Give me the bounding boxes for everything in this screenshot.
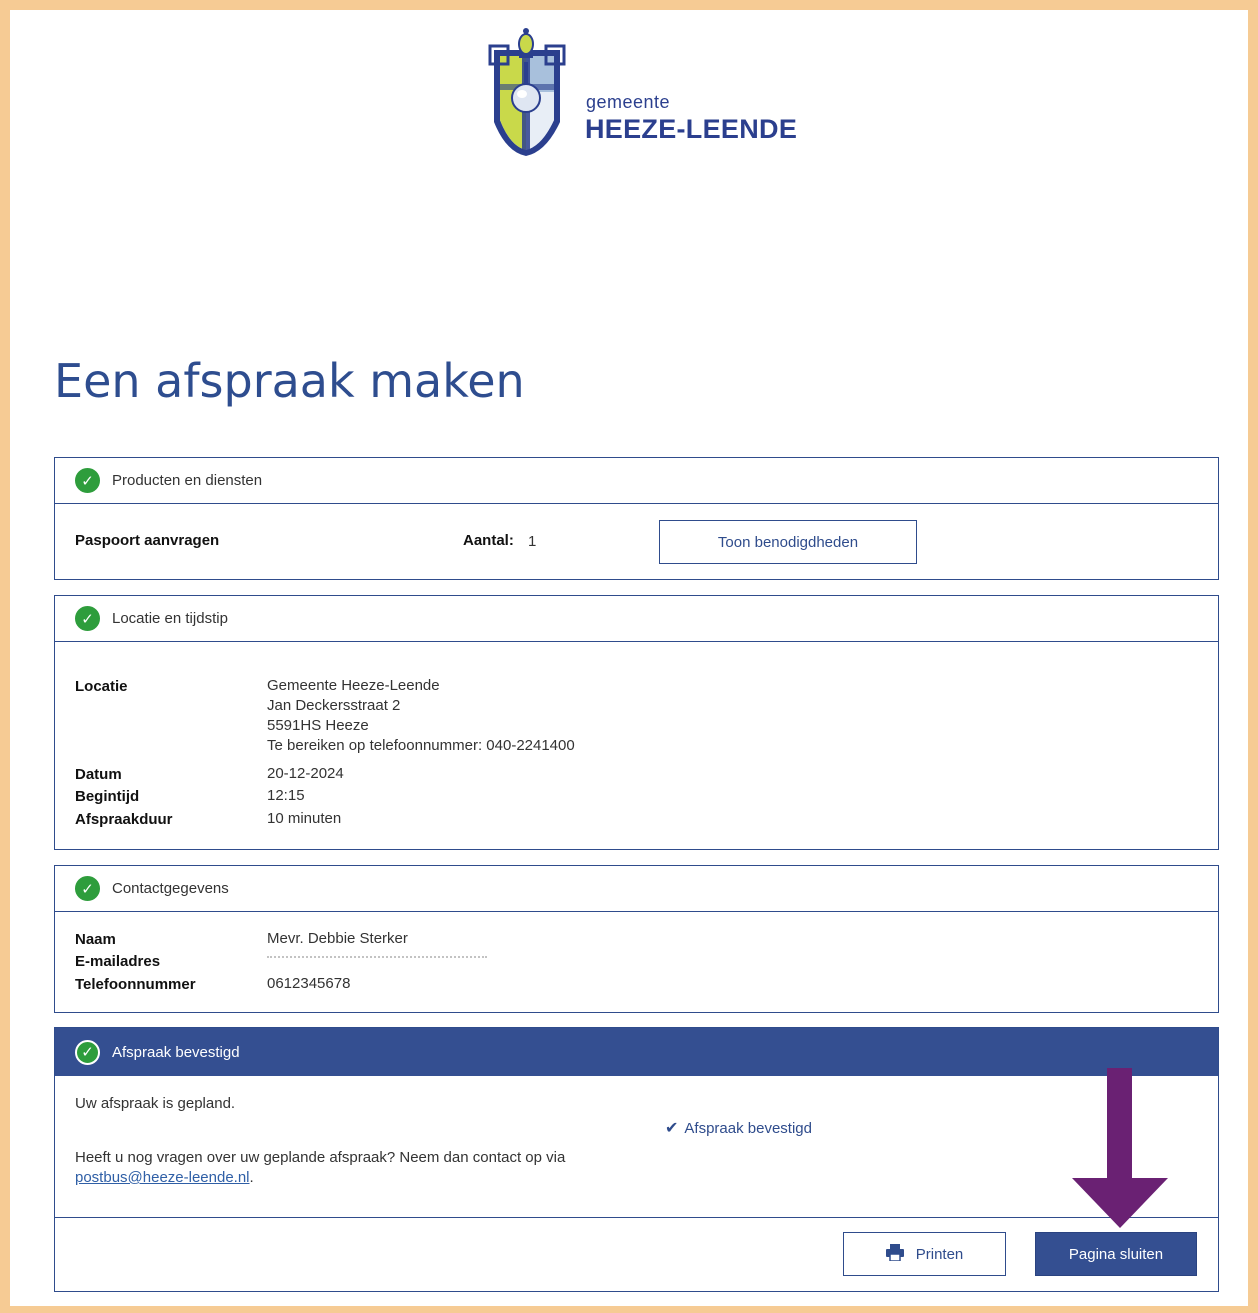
print-button[interactable]: Printen bbox=[843, 1232, 1006, 1276]
checkmark-icon: ✔ bbox=[665, 1120, 679, 1137]
logo-text-small: gemeente bbox=[586, 92, 671, 112]
contact-panel-header: ✓ Contactgegevens bbox=[55, 866, 1218, 912]
questions-text: Heeft u nog vragen over uw geplande afsp… bbox=[75, 1148, 675, 1188]
contact-panel-title: Contactgegevens bbox=[112, 880, 229, 897]
location-line: Te bereiken op telefoonnummer: 040-22414… bbox=[267, 737, 575, 754]
confirmation-panel-header: ✓ Afspraak bevestigd bbox=[55, 1028, 1218, 1076]
confirmation-panel: ✓ Afspraak bevestigd Uw afspraak is gepl… bbox=[54, 1027, 1219, 1292]
location-line: Jan Deckersstraat 2 bbox=[267, 697, 401, 714]
annotation-arrow-icon bbox=[1072, 1068, 1168, 1228]
logo-text-big: HEEZE-LEENDE bbox=[585, 114, 798, 144]
check-circle-icon: ✓ bbox=[75, 606, 100, 631]
contact-email-link[interactable]: postbus@heeze-leende.nl bbox=[75, 1169, 250, 1186]
location-line: Gemeente Heeze-Leende bbox=[267, 677, 440, 694]
location-panel: ✓ Locatie en tijdstip Locatie Gemeente H… bbox=[54, 595, 1219, 850]
email-value-redacted bbox=[267, 956, 487, 959]
show-requirements-button[interactable]: Toon benodigdheden bbox=[659, 520, 917, 564]
product-count-label: Aantal: bbox=[463, 532, 514, 549]
location-panel-header: ✓ Locatie en tijdstip bbox=[55, 596, 1218, 642]
email-label: E-mailadres bbox=[75, 953, 161, 970]
duration-value: 10 minuten bbox=[267, 810, 342, 827]
product-count-value: 1 bbox=[528, 533, 537, 550]
page-title: Een afspraak maken bbox=[54, 354, 525, 408]
planned-text: Uw afspraak is gepland. bbox=[75, 1095, 236, 1112]
location-panel-title: Locatie en tijdstip bbox=[112, 610, 228, 627]
location-line: 5591HS Heeze bbox=[267, 717, 369, 734]
contact-panel: ✓ Contactgegevens Naam Mevr. Debbie Ster… bbox=[54, 865, 1219, 1013]
coat-of-arms-icon bbox=[488, 28, 566, 156]
name-label: Naam bbox=[75, 931, 116, 948]
confirmation-status: ✔ Afspraak bevestigd bbox=[665, 1118, 812, 1138]
check-circle-icon: ✓ bbox=[75, 468, 100, 493]
product-name: Paspoort aanvragen bbox=[75, 532, 220, 549]
date-label: Datum bbox=[75, 766, 122, 783]
date-value: 20-12-2024 bbox=[267, 765, 344, 782]
name-value: Mevr. Debbie Sterker bbox=[267, 930, 408, 947]
location-label: Locatie bbox=[75, 678, 128, 695]
duration-label: Afspraakduur bbox=[75, 811, 173, 828]
questions-period: . bbox=[249, 1169, 254, 1186]
print-button-label: Printen bbox=[915, 1245, 964, 1263]
location-address: Gemeente Heeze-Leende Jan Deckersstraat … bbox=[267, 676, 575, 756]
page: gemeente HEEZE-LEENDE Een afspraak maken… bbox=[10, 10, 1248, 1306]
check-circle-icon: ✓ bbox=[75, 1039, 100, 1065]
printer-icon bbox=[885, 1243, 904, 1265]
check-circle-icon: ✓ bbox=[75, 876, 100, 901]
start-time-label: Begintijd bbox=[75, 788, 140, 805]
start-time-value: 12:15 bbox=[267, 787, 305, 804]
confirmation-panel-title: Afspraak bevestigd bbox=[112, 1043, 240, 1061]
municipality-logo: gemeente HEEZE-LEENDE bbox=[486, 22, 806, 162]
close-page-button[interactable]: Pagina sluiten bbox=[1035, 1232, 1197, 1276]
phone-label: Telefoonnummer bbox=[75, 976, 196, 993]
products-panel-header: ✓ Producten en diensten bbox=[55, 458, 1218, 504]
confirmation-status-text: Afspraak bevestigd bbox=[684, 1120, 812, 1137]
products-panel-title: Producten en diensten bbox=[112, 472, 263, 489]
questions-sentence: Heeft u nog vragen over uw geplande afsp… bbox=[75, 1149, 566, 1166]
products-panel: ✓ Producten en diensten Paspoort aanvrag… bbox=[54, 457, 1219, 580]
phone-value: 0612345678 bbox=[267, 975, 351, 992]
